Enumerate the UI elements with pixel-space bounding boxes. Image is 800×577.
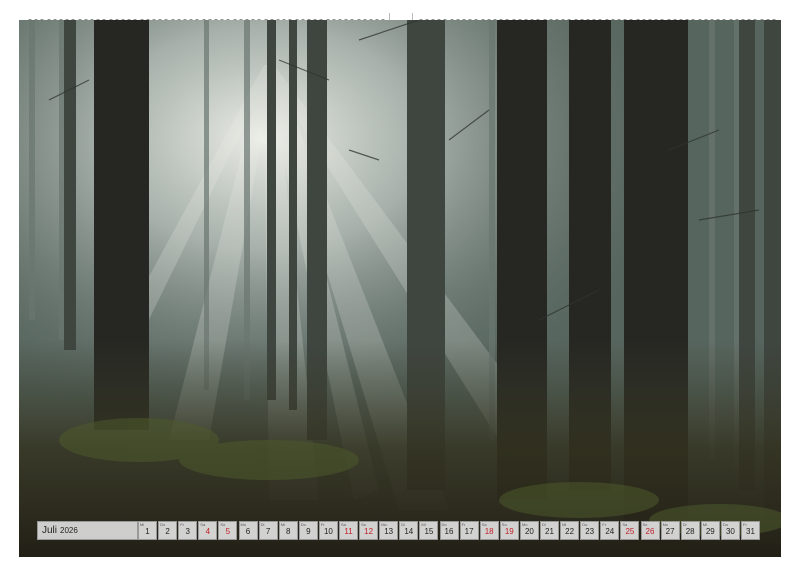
month-calendar-strip: Juli 2026 Mi 1 Do 2 Fr 3 Sa 4 So 5 Mo 6 Di 7 Mi 8 Do 9 Fr 10… — [37, 521, 763, 540]
weekday-abbrev: Di — [542, 522, 546, 527]
day-number: 26 — [645, 527, 655, 536]
weekday-abbrev: Mo — [381, 522, 387, 527]
calendar-day: Mi 22 — [560, 521, 580, 540]
calendar-day: Do 9 — [298, 521, 318, 540]
weekday-abbrev: Do — [722, 522, 729, 527]
calendar-day: Fr 31 — [741, 521, 760, 540]
month-name: Juli — [42, 525, 58, 536]
day-number: 12 — [364, 527, 374, 536]
day-number: 30 — [725, 527, 735, 536]
weekday-abbrev: Mi — [140, 522, 145, 527]
weekday-abbrev: Mi — [421, 522, 426, 527]
day-number: 6 — [245, 527, 251, 536]
calendar-day: Mi 15 — [419, 521, 439, 540]
weekday-abbrev: So — [361, 522, 366, 527]
calendar-day: Sa 18 — [479, 521, 499, 540]
weekday-abbrev: Di — [682, 522, 687, 527]
calendar-day: Di 21 — [540, 521, 559, 540]
day-number: 15 — [424, 527, 434, 536]
weekday-abbrev: So — [642, 522, 648, 527]
calendar-day: Mi 1 — [138, 521, 157, 540]
calendar-day: Mo 6 — [238, 521, 258, 540]
weekday-abbrev: Mo — [662, 522, 669, 527]
calendar-day: Di 28 — [680, 521, 700, 540]
calendar-day: Fr 10 — [318, 521, 338, 540]
weekday-abbrev: Sa — [481, 522, 487, 527]
weekday-abbrev: Mi — [562, 522, 567, 527]
day-number: 2 — [165, 527, 170, 536]
calendar-day: Mi 29 — [700, 521, 720, 540]
weekday-abbrev: So — [220, 522, 226, 527]
weekday-abbrev: Sa — [200, 522, 206, 527]
day-number: 5 — [225, 527, 231, 536]
calendar-day: Fr 24 — [600, 521, 620, 540]
calendar-day: Fr 17 — [459, 521, 479, 540]
forest-photo — [19, 20, 781, 557]
weekday-abbrev: Di — [401, 522, 406, 527]
day-number: 18 — [484, 527, 494, 536]
day-number: 27 — [665, 527, 675, 536]
day-number: 1 — [145, 527, 150, 536]
day-number: 22 — [565, 527, 575, 536]
weekday-abbrev: Sa — [341, 522, 346, 527]
calendar-day: Sa 25 — [620, 521, 640, 540]
calendar-day: So 12 — [359, 521, 379, 540]
day-number: 14 — [404, 527, 414, 536]
calendar-day: Do 30 — [720, 521, 740, 540]
calendar-day: So 19 — [499, 521, 519, 540]
weekday-abbrev: Do — [300, 522, 306, 527]
day-number: 21 — [545, 527, 554, 536]
calendar-day: Mo 13 — [379, 521, 399, 540]
month-label: Juli 2026 — [37, 521, 138, 540]
calendar-day: Do 2 — [158, 521, 178, 540]
weekday-abbrev: Fr — [743, 522, 747, 527]
day-number: 19 — [504, 527, 514, 536]
day-number: 20 — [524, 527, 534, 536]
day-number: 31 — [746, 527, 755, 536]
weekday-abbrev: Di — [260, 522, 265, 527]
weekday-abbrev: Mi — [280, 522, 285, 527]
weekday-abbrev: Mi — [702, 522, 708, 527]
day-number: 13 — [384, 527, 394, 536]
weekday-abbrev: Fr — [180, 522, 184, 527]
calendar-day: So 26 — [640, 521, 660, 540]
weekday-abbrev: Do — [582, 522, 588, 527]
calendar-day: Do 23 — [580, 521, 600, 540]
calendar-day: Di 14 — [399, 521, 419, 540]
day-number: 28 — [685, 527, 695, 536]
calendar-day: So 5 — [218, 521, 238, 540]
calendar-day: Mi 8 — [278, 521, 298, 540]
calendar-day: Di 7 — [258, 521, 278, 540]
weekday-abbrev: So — [501, 522, 507, 527]
day-number: 8 — [285, 527, 291, 536]
calendar-day: Mo 20 — [519, 521, 539, 540]
weekday-abbrev: Sa — [622, 522, 628, 527]
day-number: 3 — [185, 527, 190, 536]
weekday-abbrev: Fr — [461, 522, 466, 527]
weekday-abbrev: Mo — [521, 522, 528, 527]
weekday-abbrev: Mo — [240, 522, 247, 527]
day-number: 25 — [625, 527, 635, 536]
day-number: 9 — [306, 527, 311, 536]
day-number: 23 — [585, 527, 595, 536]
day-number: 29 — [705, 527, 715, 536]
calendar-day: Fr 3 — [178, 521, 198, 540]
weekday-abbrev: Fr — [320, 522, 325, 527]
day-number: 7 — [265, 527, 271, 536]
day-number: 16 — [444, 527, 454, 536]
calendar-day: Sa 11 — [339, 521, 358, 540]
calendar-day: Do 16 — [439, 521, 459, 540]
day-number: 17 — [464, 527, 474, 536]
day-number: 10 — [323, 527, 333, 536]
calendar-day: Sa 4 — [198, 521, 218, 540]
weekday-abbrev: Do — [160, 522, 166, 527]
calendar-day: Mo 27 — [660, 521, 680, 540]
day-number: 4 — [205, 527, 211, 536]
weekday-abbrev: Do — [441, 522, 447, 527]
day-number: 24 — [605, 527, 615, 536]
forest-photo-art — [19, 20, 781, 557]
day-number: 11 — [344, 527, 353, 536]
year-label: 2026 — [60, 526, 78, 535]
weekday-abbrev: Fr — [602, 522, 607, 527]
